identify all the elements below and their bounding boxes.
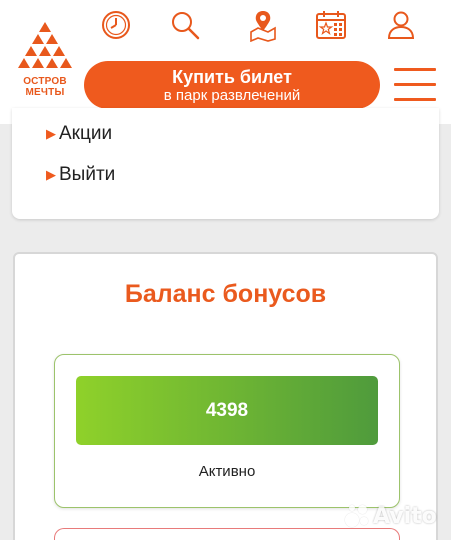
search-icon[interactable] — [168, 8, 202, 42]
site-header: ОСТРОВ МЕЧТЫ Купить билет в парк развлеч… — [0, 0, 451, 124]
user-icon[interactable] — [384, 8, 418, 42]
menu-item-label: Акции — [59, 123, 113, 144]
user-menu-dropdown: ▶ Акции ▶ Выйти — [12, 108, 439, 219]
buy-ticket-sublabel: в парк развлечений — [163, 87, 301, 104]
calendar-icon[interactable] — [314, 8, 348, 42]
bonus-balance-title: Баланс бонусов — [124, 280, 327, 308]
bonus-balance-value: 4398 — [76, 376, 378, 445]
bonus-card: 4398 Активно — [54, 354, 400, 508]
triangle-bullet-icon: ▶ — [46, 167, 56, 182]
triangle-logo-icon — [18, 22, 72, 68]
menu-item-promotions[interactable]: ▶ Акции — [46, 123, 112, 145]
triangle-bullet-icon: ▶ — [46, 126, 56, 141]
ostrov-mechty-logo[interactable]: ОСТРОВ МЕЧТЫ — [14, 18, 76, 100]
avito-watermark-text: Avito — [373, 503, 437, 529]
avito-logo-icon — [343, 503, 369, 529]
bonus-balance-section: Баланс бонусов 4398 Активно — [13, 252, 438, 540]
clock-icon[interactable] — [99, 8, 133, 42]
menu-item-logout[interactable]: ▶ Выйти — [46, 164, 115, 186]
bonus-status: Активно — [198, 463, 256, 480]
buy-ticket-button[interactable]: Купить билет в парк развлечений — [84, 61, 380, 109]
buy-ticket-label: Купить билет — [172, 67, 292, 87]
menu-item-label: Выйти — [59, 164, 116, 185]
logo-text: ОСТРОВ МЕЧТЫ — [23, 76, 67, 98]
map-pin-icon[interactable] — [246, 8, 280, 43]
avito-watermark: Avito — [343, 500, 437, 532]
hamburger-menu-icon[interactable] — [394, 66, 436, 104]
